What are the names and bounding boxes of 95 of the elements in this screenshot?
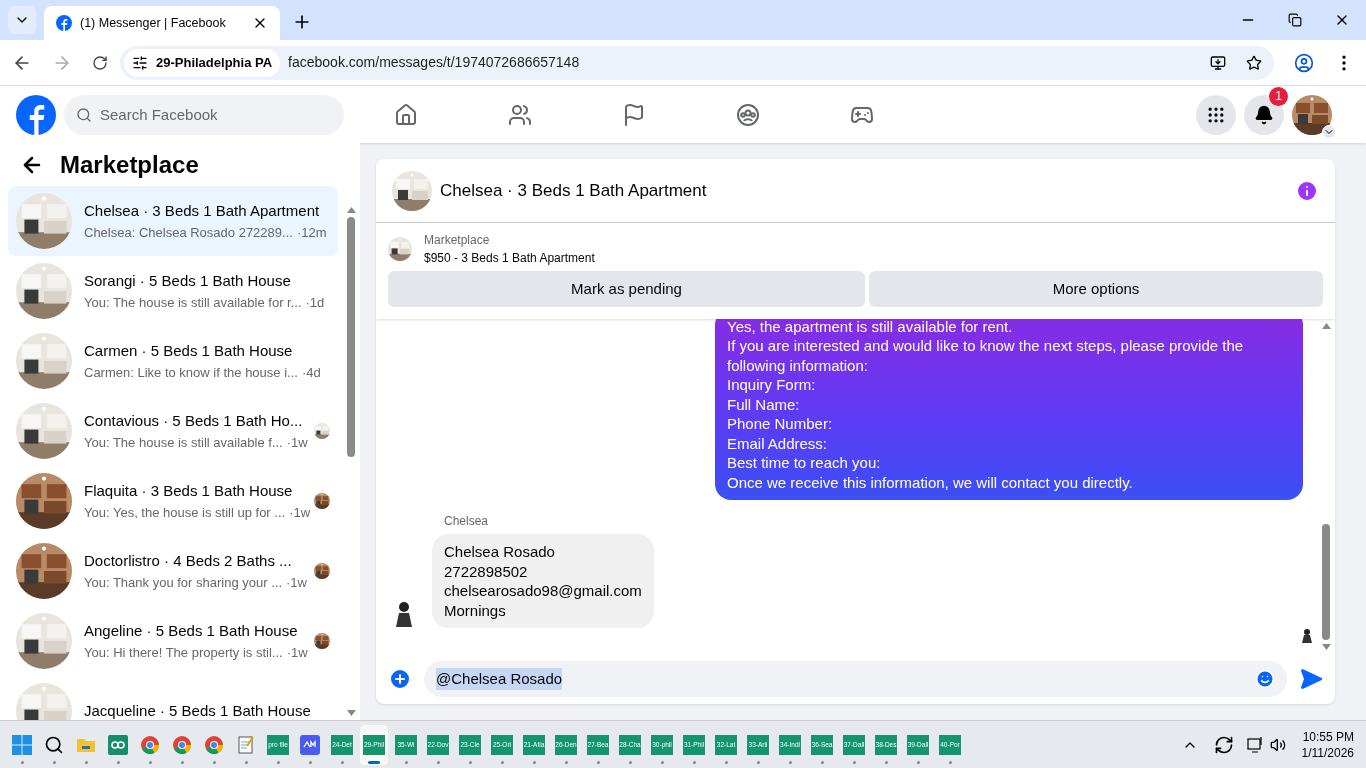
message-line: chelsearosado98@gmail.com bbox=[444, 581, 642, 601]
conversation-name: Chelsea · 3 Beds 1 Bath Apartment bbox=[84, 201, 321, 221]
conversation-name: Sorangi · 5 Beds 1 Bath House bbox=[84, 271, 292, 291]
clock-time: 10:55 PM bbox=[1302, 728, 1354, 745]
windows-logo-icon bbox=[12, 734, 32, 755]
message-time: ·1w bbox=[286, 433, 308, 452]
scrollbar-thumb[interactable] bbox=[347, 217, 355, 457]
tab-title: (1) Messenger | Facebook bbox=[80, 14, 227, 32]
message-time: ·1w bbox=[286, 573, 307, 592]
message-line: Chelsea Rosado bbox=[444, 542, 556, 562]
message-time: ·12m bbox=[296, 223, 327, 242]
bell-icon bbox=[1254, 104, 1274, 125]
reload-icon[interactable] bbox=[92, 54, 108, 71]
message-time: ·4d bbox=[301, 363, 321, 382]
tab-list-button[interactable] bbox=[8, 6, 36, 34]
bookmark-star-icon[interactable] bbox=[1246, 54, 1262, 71]
link-icon bbox=[108, 734, 128, 755]
sidebar-title: Marketplace bbox=[60, 149, 199, 180]
message-time: ·1d bbox=[305, 293, 325, 312]
conversation-name: Carmen · 5 Beds 1 Bath House bbox=[84, 341, 294, 361]
message-line: 2722898502 bbox=[444, 561, 529, 581]
conversation-name: Angeline · 5 Beds 1 Bath House bbox=[84, 621, 299, 641]
profile-icon[interactable] bbox=[1294, 52, 1314, 73]
read-receipt-icon bbox=[1301, 628, 1313, 644]
home-icon[interactable] bbox=[394, 102, 418, 127]
app-icon bbox=[300, 734, 320, 755]
conversation-item[interactable]: Contavious · 5 Beds 1 Bath Ho... You: The house is still available f... ·1w bbox=[8, 396, 338, 466]
scroll-up-icon[interactable] bbox=[346, 207, 356, 213]
action-button[interactable]: More options bbox=[869, 271, 1323, 307]
clock-date: 1/11/2026 bbox=[1301, 744, 1354, 761]
search-icon bbox=[44, 734, 64, 755]
message-preview: Carmen: Like to know if the house i... bbox=[84, 363, 298, 382]
input-value: @Chelsea Rosado bbox=[436, 667, 563, 691]
message-preview: Chelsea: Chelsea Rosado 272289... bbox=[84, 223, 293, 242]
notification-badge: 1 bbox=[1269, 86, 1288, 106]
send-icon[interactable] bbox=[1299, 667, 1323, 691]
message-line: Full Name: bbox=[727, 394, 801, 414]
friends-icon[interactable] bbox=[508, 102, 532, 127]
install-icon[interactable] bbox=[1210, 54, 1226, 71]
conversation-item[interactable]: Carmen · 5 Beds 1 Bath House Carmen: Like to know if the house i... ·4d bbox=[8, 326, 338, 396]
conversation-item[interactable]: Sorangi · 5 Beds 1 Bath House You: The house is still available for r... ·1d bbox=[8, 256, 338, 326]
scroll-down-icon[interactable] bbox=[1321, 644, 1331, 650]
chat-title: Chelsea · 3 Beds 1 Bath Apartment bbox=[440, 179, 708, 202]
message-time: ·1w bbox=[289, 503, 311, 522]
message-line: Yes, the apartment is still available for rent. bbox=[727, 319, 1014, 336]
groups-icon[interactable] bbox=[736, 102, 760, 127]
search-field[interactable]: Search Facebook bbox=[64, 94, 344, 135]
message-input[interactable]: @Chelsea Rosado bbox=[424, 661, 1287, 697]
message-preview: You: Hi there! The property is stil... bbox=[84, 643, 283, 662]
listing-label: Marketplace bbox=[424, 232, 491, 249]
site-chip[interactable]: 29-Philadelphia PA bbox=[124, 48, 281, 77]
message-time: ·1w bbox=[286, 643, 308, 662]
message-preview: You: The house is still available for r... bbox=[84, 293, 302, 312]
conversation-item[interactable]: Flaquita · 3 Beds 1 Bath House You: Yes, the house is still up for ... ·1w bbox=[8, 466, 338, 536]
message-line: Email Address: bbox=[727, 433, 829, 453]
message-line: Once we receive this information, we will contact you directly. bbox=[727, 472, 1134, 492]
conversation-item[interactable]: Chelsea · 3 Beds 1 Bath Apartment Chelsea: Chelsea Rosado 272289... ·12m bbox=[8, 186, 338, 256]
facebook-logo-icon bbox=[56, 15, 72, 31]
scroll-down-icon[interactable] bbox=[346, 710, 356, 716]
conversation-item[interactable]: Doctorlistro · 4 Beds 2 Baths ... You: Thank you for sharing your ... ·1w bbox=[8, 536, 338, 606]
conversation-name: Flaquita · 3 Beds 1 Bath House bbox=[84, 481, 294, 501]
message-line: Phone Number: bbox=[727, 414, 834, 434]
message-line: If you are interested and would like to know the next steps, please provide the following information: bbox=[727, 336, 1245, 375]
message-line: Inquiry Form: bbox=[727, 375, 817, 395]
browser-icon bbox=[204, 734, 224, 755]
message-preview: You: Yes, the house is still up for ... bbox=[84, 503, 286, 522]
message-line: Mornings bbox=[444, 600, 507, 620]
menu-button[interactable] bbox=[1196, 94, 1236, 135]
listing-title: $950 - 3 Beds 1 Bath Apartment bbox=[424, 250, 595, 267]
url-text: facebook.com/messages/t/1974072686657148 bbox=[288, 53, 581, 72]
message-preview: You: Thank you for sharing your ... bbox=[84, 573, 282, 592]
conversation-name: Contavious · 5 Beds 1 Bath Ho... bbox=[84, 411, 302, 431]
add-icon[interactable] bbox=[388, 667, 412, 691]
browser-icon bbox=[172, 734, 192, 755]
sync-icon[interactable] bbox=[1213, 734, 1234, 755]
browser-icon bbox=[140, 734, 160, 755]
message-line: Best time to reach you: bbox=[727, 453, 882, 473]
conversation-name: Doctorlistro · 4 Beds 2 Baths ... bbox=[84, 551, 293, 571]
flag-icon[interactable] bbox=[622, 102, 646, 127]
sender-name: Chelsea bbox=[444, 513, 490, 530]
restore-icon[interactable] bbox=[1288, 13, 1302, 27]
action-button[interactable]: Mark as pending bbox=[388, 271, 865, 307]
conversation-item[interactable]: Angeline · 5 Beds 1 Bath House You: Hi there! The property is stil... ·1w bbox=[8, 606, 338, 676]
site-settings-icon bbox=[132, 54, 148, 71]
facebook-logo-icon[interactable] bbox=[16, 94, 56, 135]
message-preview: You: The house is still available f... bbox=[84, 433, 283, 452]
volume-icon[interactable] bbox=[1269, 736, 1286, 753]
emoji-icon[interactable] bbox=[1255, 669, 1275, 689]
browser-tab[interactable]: (1) Messenger | Facebook bbox=[44, 6, 280, 40]
search-icon bbox=[76, 106, 92, 123]
address-bar[interactable]: 29-Philadelphia PA facebook.com/messages/t/1974072686657148 bbox=[120, 45, 1274, 80]
scrollbar-thumb[interactable] bbox=[1322, 524, 1330, 640]
conversation-name: Jacqueline · 5 Beds 1 Bath House bbox=[84, 700, 312, 720]
scroll-up-icon[interactable] bbox=[1321, 323, 1331, 329]
notepad-icon bbox=[236, 734, 256, 755]
